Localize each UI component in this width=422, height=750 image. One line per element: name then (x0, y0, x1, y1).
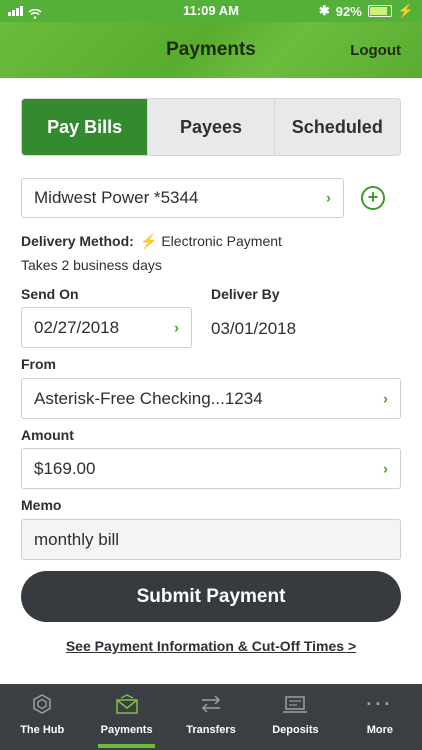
amount-label: Amount (21, 427, 74, 443)
chevron-right-icon: › (326, 189, 331, 207)
amount-field[interactable]: $169.00 › (21, 448, 401, 489)
memo-value: monthly bill (34, 529, 120, 549)
nav-transfers[interactable]: Transfers (169, 684, 253, 750)
payee-select[interactable]: Midwest Power *5344 › (21, 178, 344, 218)
nav-deposits[interactable]: Deposits (253, 684, 337, 750)
deposits-icon (283, 696, 308, 713)
send-on-date-field[interactable]: 02/27/2018 › (21, 307, 192, 348)
nav-label: Payments (100, 724, 153, 736)
submit-payment-button[interactable]: Submit Payment (21, 571, 401, 622)
tab-payees[interactable]: Payees (147, 99, 274, 155)
payments-icon (115, 694, 138, 714)
deliver-by-value: 03/01/2018 (211, 319, 297, 338)
logout-button[interactable]: Logout (350, 42, 401, 59)
send-on-label: Send On (21, 286, 79, 302)
active-indicator (98, 744, 155, 748)
bottom-nav: The Hub Payments Transfers Deposits ··· … (0, 684, 422, 750)
chevron-right-icon: › (383, 390, 388, 407)
send-on-value: 02/27/2018 (34, 317, 120, 337)
status-bar: 11:09 AM ✱ 92% ⚡ (0, 0, 422, 22)
nav-label: Transfers (186, 724, 236, 736)
payment-tabs: Pay Bills Payees Scheduled (21, 98, 401, 156)
tab-scheduled[interactable]: Scheduled (273, 99, 400, 155)
more-icon: ··· (366, 693, 394, 714)
status-right: ✱ 92% ⚡ (319, 3, 414, 19)
nav-more[interactable]: ··· More (338, 684, 422, 750)
bluetooth-icon: ✱ (318, 3, 330, 18)
nav-label: More (366, 724, 393, 736)
delivery-note: Takes 2 business days (21, 257, 162, 273)
nav-the-hub[interactable]: The Hub (0, 684, 84, 750)
charging-icon: ⚡ (397, 3, 414, 18)
delivery-method-label: Delivery Method: (21, 233, 134, 249)
memo-field[interactable]: monthly bill (21, 519, 401, 560)
battery-icon (367, 5, 392, 17)
from-account-select[interactable]: Asterisk-Free Checking...1234 › (21, 378, 401, 419)
chevron-right-icon: › (383, 460, 388, 477)
app-header: Payments Logout (0, 22, 422, 78)
payee-value: Midwest Power *5344 (34, 188, 199, 207)
nav-label: Deposits (272, 724, 319, 736)
lightning-icon: ⚡ (140, 233, 158, 249)
battery-percent: 92% (335, 3, 362, 19)
from-account-value: Asterisk-Free Checking...1234 (34, 388, 263, 408)
deliver-by-label: Deliver By (211, 286, 280, 302)
chevron-right-icon: › (174, 319, 179, 336)
memo-label: Memo (21, 497, 62, 513)
payment-info-link[interactable]: See Payment Information & Cut-Off Times … (0, 638, 422, 654)
amount-value: $169.00 (34, 458, 96, 478)
nav-label: The Hub (20, 724, 65, 736)
nav-payments[interactable]: Payments (84, 684, 168, 750)
delivery-method-value: ⚡ Electronic Payment (140, 233, 282, 249)
tab-pay-bills[interactable]: Pay Bills (22, 99, 148, 155)
from-label: From (21, 356, 56, 372)
hub-icon (33, 694, 51, 714)
add-payee-icon[interactable]: + (361, 186, 385, 210)
transfers-icon (201, 695, 221, 713)
